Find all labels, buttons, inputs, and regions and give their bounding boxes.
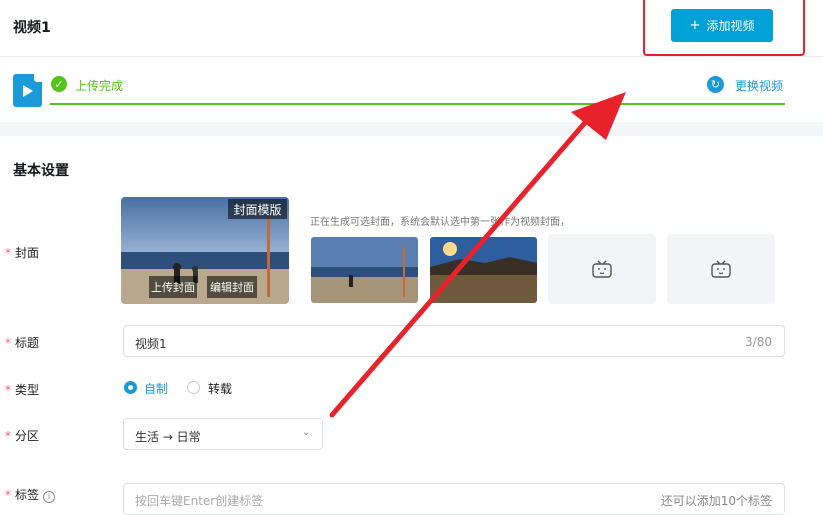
cover-template-button[interactable]: 封面模版 — [228, 199, 287, 219]
upload-status: 上传完成 — [75, 79, 124, 93]
section-separator — [0, 122, 823, 136]
basic-settings-title: 基本设置 — [13, 163, 69, 179]
tags-hint: 还可以添加10个标签 — [660, 494, 772, 508]
title-value: 视频1 — [135, 337, 167, 351]
category-label: * 分区 — [5, 429, 40, 443]
type-label: * 类型 — [5, 383, 40, 397]
title-counter: 3/80 — [745, 335, 772, 349]
upload-cover-button[interactable]: 上传封面 — [149, 276, 197, 298]
info-icon[interactable]: i — [43, 491, 56, 503]
tv-icon — [711, 260, 731, 278]
radio-original-label[interactable]: 自制 — [144, 380, 168, 397]
title-label: * 标题 — [5, 336, 40, 350]
add-video-label: 添加视频 — [706, 19, 755, 33]
tags-input[interactable]: 按回车键Enter创建标签 还可以添加10个标签 — [123, 483, 785, 515]
video-file-icon — [13, 74, 42, 107]
upload-progress-bar — [50, 103, 785, 105]
radio-repost-label[interactable]: 转载 — [208, 380, 232, 397]
plus-icon: + — [689, 18, 701, 33]
tags-label: * 标签 i — [5, 486, 56, 503]
category-select[interactable]: 生活 → 日常 ⌄ — [123, 418, 323, 450]
page-title: 视频1 — [13, 20, 51, 36]
cover-placeholder — [667, 234, 775, 304]
tags-placeholder: 按回车键Enter创建标签 — [135, 494, 264, 508]
title-input[interactable]: 视频1 3/80 — [123, 325, 785, 357]
cover-hint: 正在生成可选封面，系统会默认选中第一张作为视频封面， — [310, 217, 570, 228]
radio-original[interactable] — [124, 381, 137, 394]
radio-repost[interactable] — [187, 381, 200, 394]
upload-progress-fill — [50, 103, 785, 105]
refresh-icon[interactable]: ↻ — [707, 76, 724, 93]
replace-video-link[interactable]: 更换视频 — [735, 77, 783, 94]
header-divider — [0, 56, 823, 57]
tv-icon — [592, 260, 612, 278]
cover-thumbnail[interactable] — [430, 237, 537, 303]
chevron-down-icon: ⌄ — [302, 427, 311, 438]
cover-label: * 封面 — [5, 246, 40, 260]
edit-cover-button[interactable]: 编辑封面 — [207, 276, 257, 298]
add-video-button[interactable]: + 添加视频 — [671, 9, 773, 42]
check-circle-icon: ✓ — [51, 76, 67, 92]
cover-thumbnail[interactable] — [311, 237, 418, 303]
cover-placeholder — [548, 234, 656, 304]
category-value: 生活 → 日常 — [135, 430, 201, 444]
